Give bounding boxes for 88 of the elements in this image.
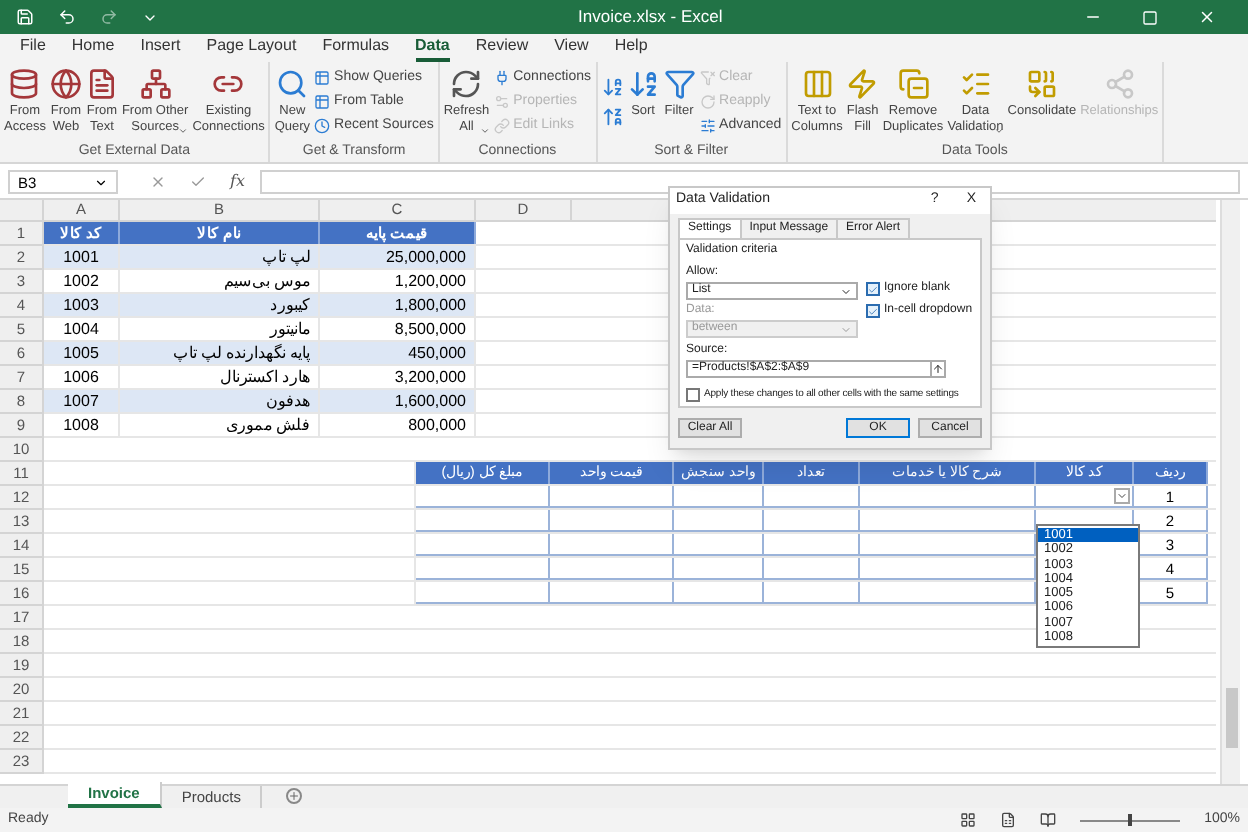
table-cell	[674, 510, 764, 532]
table-cell	[416, 582, 550, 604]
table-cell	[674, 486, 764, 508]
table-cell	[550, 558, 674, 580]
table-cell: پایه نگهدارنده لپ تاپ	[120, 342, 320, 364]
lightning-icon	[846, 68, 879, 100]
checkbox[interactable]	[866, 304, 880, 318]
menu-tab[interactable]: View	[554, 34, 589, 62]
function-button[interactable]: fx	[230, 169, 245, 193]
settings-icon	[493, 93, 510, 109]
menu-tab[interactable]: Formulas	[322, 34, 390, 62]
columns-icon	[801, 68, 833, 100]
caret-icon	[94, 175, 108, 189]
search-icon	[276, 68, 309, 100]
table-cell	[674, 558, 764, 580]
table-cell	[764, 486, 860, 508]
share-icon	[1103, 68, 1136, 100]
table-cell	[674, 534, 764, 556]
table-cell	[764, 534, 860, 556]
caret-icon	[840, 323, 852, 335]
menu-tab[interactable]: Insert	[140, 34, 181, 62]
table-cell	[416, 534, 550, 556]
table-cell	[550, 582, 674, 604]
table-cell	[550, 510, 674, 532]
table-cell: 25,000,000	[320, 246, 476, 268]
sort-icon	[627, 68, 660, 100]
table-cell: 1,600,000	[320, 390, 476, 412]
refresh-icon	[450, 68, 483, 100]
checklist-icon	[959, 68, 992, 100]
reapply-icon	[699, 93, 716, 109]
table-cell	[416, 486, 550, 508]
table-cell: 1001	[44, 246, 120, 268]
normal-view-icon[interactable]	[960, 812, 977, 828]
maximize-icon[interactable]	[1142, 9, 1158, 25]
menu-tab[interactable]: Help	[614, 34, 648, 62]
window-title: Invoice.xlsx - Excel	[578, 4, 723, 30]
network-icon	[139, 68, 172, 100]
table-cell	[550, 534, 674, 556]
save-icon[interactable]	[16, 8, 34, 26]
table-cell: لپ تاپ	[120, 246, 320, 268]
table-cell	[764, 582, 860, 604]
filter-icon	[663, 68, 696, 100]
sort-descending-icon[interactable]	[601, 106, 624, 128]
table-cell: 1,800,000	[320, 294, 476, 316]
zoom-slider-thumb[interactable]	[1128, 813, 1133, 825]
menu-tab[interactable]: Home	[71, 34, 115, 62]
caret-icon	[840, 285, 852, 297]
table-cell: 1007	[44, 390, 120, 412]
page-layout-icon[interactable]	[1000, 812, 1017, 828]
checkbox[interactable]	[686, 388, 700, 403]
table-cell: 1003	[44, 294, 120, 316]
table-cell	[550, 486, 674, 508]
undo-icon[interactable]	[58, 8, 76, 26]
document-icon	[85, 68, 118, 100]
add-sheet-icon[interactable]	[286, 788, 303, 804]
table-cell: هدفون	[120, 390, 320, 412]
sliders-icon	[699, 117, 716, 133]
combine-icon	[1025, 68, 1058, 100]
cancel-icon[interactable]	[150, 173, 166, 189]
menu-tab[interactable]: Review	[475, 34, 529, 62]
database-icon	[8, 68, 41, 100]
link-icon	[493, 117, 510, 133]
filter-clear-icon	[699, 69, 716, 85]
dropdown-arrow-icon[interactable]	[1114, 488, 1130, 504]
globe-icon	[49, 68, 82, 100]
menu-tab[interactable]: File	[20, 34, 46, 62]
table-cell: 450,000	[320, 342, 476, 364]
table-cell[interactable]	[1036, 486, 1134, 508]
table-cell: کیبورد	[120, 294, 320, 316]
close-icon[interactable]	[1198, 8, 1216, 26]
duplicates-icon	[897, 68, 929, 100]
plug-icon	[493, 69, 510, 85]
table-icon	[314, 69, 331, 85]
vertical-scrollbar[interactable]	[1220, 200, 1240, 784]
table-cell	[674, 582, 764, 604]
page-break-icon[interactable]	[1040, 812, 1057, 828]
checkbox[interactable]	[866, 282, 880, 296]
table-icon	[314, 93, 331, 109]
collapse-icon[interactable]	[930, 362, 944, 376]
sort-ascending-icon[interactable]	[601, 76, 624, 98]
table-cell	[764, 510, 860, 532]
table-cell: 1005	[44, 342, 120, 364]
table-cell	[416, 558, 550, 580]
menu-tab[interactable]: Page Layout	[206, 34, 297, 62]
confirm-icon[interactable]	[190, 173, 206, 189]
table-cell	[764, 558, 860, 580]
table-cell	[416, 510, 550, 532]
clock-icon	[314, 117, 331, 133]
